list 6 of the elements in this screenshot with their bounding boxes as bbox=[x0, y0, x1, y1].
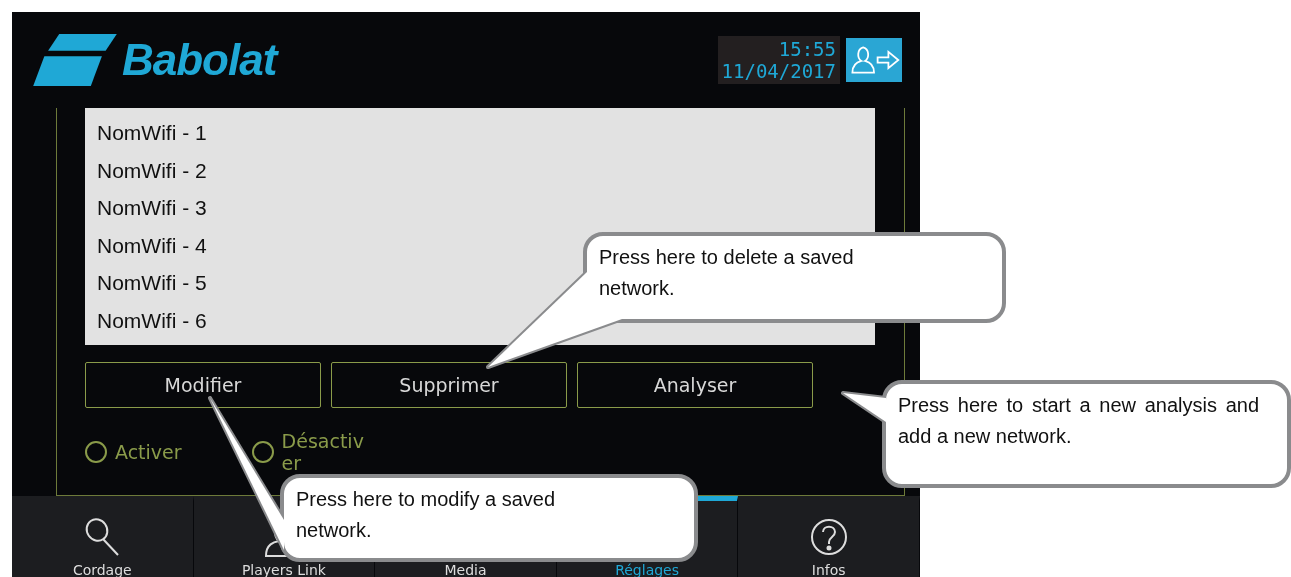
clock-display: 15:55 11/04/2017 bbox=[717, 36, 840, 84]
radio-label: Activer bbox=[115, 441, 182, 463]
help-tooltip: Press here to start a new analysis and add a new network. bbox=[841, 380, 1291, 488]
radio-label: Désactiver bbox=[281, 430, 365, 474]
brand-logo: Babolat bbox=[32, 34, 718, 86]
help-tooltip: Press here to delete a saved network. bbox=[486, 232, 1006, 369]
